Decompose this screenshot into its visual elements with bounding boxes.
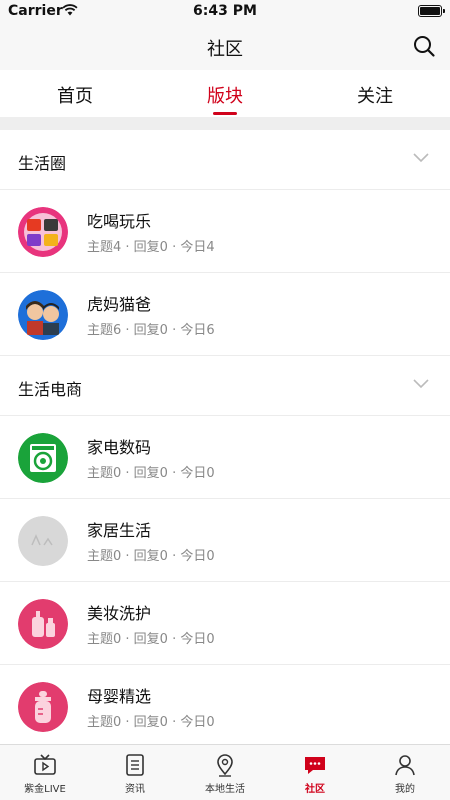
tabbar-label: 资讯 (125, 784, 145, 795)
food-fun-icon (18, 207, 68, 257)
nav-bar: 社区 (0, 22, 450, 70)
board-name: 家居生活 (87, 521, 152, 540)
chat-bubble-icon (305, 757, 325, 774)
board-stats: 主题0 · 回复0 · 今日0 (87, 466, 215, 481)
board-list: 生活圈 吃喝玩乐 主题4 · 回复0 · 今日4 虎妈猫爸 主题6 · 回复0 … (0, 130, 450, 748)
list-item[interactable]: 家居生活 主题0 · 回复0 · 今日0 (0, 499, 450, 582)
page-title: 社区 (207, 39, 243, 60)
board-stats: 主题0 · 回复0 · 今日0 (87, 632, 215, 647)
tabbar-item-news[interactable]: 资讯 (90, 745, 180, 800)
tab-home[interactable]: 首页 (0, 70, 150, 117)
board-name: 家电数码 (87, 438, 152, 457)
board-name: 吃喝玩乐 (87, 212, 152, 231)
board-stats: 主题0 · 回复0 · 今日0 (87, 549, 215, 564)
tabbar-item-community[interactable]: 社区 (270, 745, 360, 800)
parents-icon (18, 290, 68, 340)
tabbar-label: 我的 (395, 784, 415, 795)
section-tabs: 首页 版块 关注 (0, 70, 450, 118)
tabbar-label: 社区 (305, 784, 325, 795)
tabbar-label: 紫金LIVE (24, 784, 66, 795)
news-list-icon (126, 754, 144, 776)
battery-icon (418, 5, 445, 17)
tab-following[interactable]: 关注 (300, 70, 450, 117)
tabbar-item-live[interactable]: 紫金LIVE (0, 745, 90, 800)
section-header-life-circle[interactable]: 生活圈 (0, 130, 450, 190)
chevron-down-icon[interactable] (412, 378, 430, 390)
tabbar-label: 本地生活 (205, 784, 245, 795)
washing-machine-icon (18, 433, 68, 483)
tv-icon (34, 754, 56, 775)
search-icon[interactable] (412, 34, 436, 58)
board-stats: 主题0 · 回复0 · 今日0 (87, 715, 215, 730)
tab-boards[interactable]: 版块 (150, 70, 300, 117)
list-item[interactable]: 美妆洗护 主题0 · 回复0 · 今日0 (0, 582, 450, 665)
chevron-down-icon[interactable] (412, 152, 430, 164)
baby-bottle-icon (18, 682, 68, 732)
bottom-tab-bar: 紫金LIVE 资讯 本地生活 社区 我的 (0, 744, 450, 800)
board-stats: 主题4 · 回复0 · 今日4 (87, 240, 215, 255)
map-pin-icon (217, 754, 233, 777)
status-bar: Carrier 6:43 PM (0, 0, 450, 22)
tabbar-item-local[interactable]: 本地生活 (180, 745, 270, 800)
divider (0, 118, 450, 130)
tabbar-item-me[interactable]: 我的 (360, 745, 450, 800)
list-item[interactable]: 家电数码 主题0 · 回复0 · 今日0 (0, 416, 450, 499)
board-stats: 主题6 · 回复0 · 今日6 (87, 323, 215, 338)
person-icon (395, 755, 415, 776)
status-time: 6:43 PM (193, 3, 257, 19)
section-title: 生活圈 (18, 154, 67, 173)
cosmetics-icon (18, 599, 68, 649)
section-title: 生活电商 (18, 380, 83, 399)
board-name: 美妆洗护 (87, 604, 152, 623)
list-item[interactable]: 母婴精选 主题0 · 回复0 · 今日0 (0, 665, 450, 748)
board-name: 母婴精选 (87, 687, 152, 706)
board-name: 虎妈猫爸 (87, 295, 152, 314)
list-item[interactable]: 虎妈猫爸 主题6 · 回复0 · 今日6 (0, 273, 450, 356)
home-life-icon (18, 516, 68, 566)
section-header-ecommerce[interactable]: 生活电商 (0, 356, 450, 416)
list-item[interactable]: 吃喝玩乐 主题4 · 回复0 · 今日4 (0, 190, 450, 273)
